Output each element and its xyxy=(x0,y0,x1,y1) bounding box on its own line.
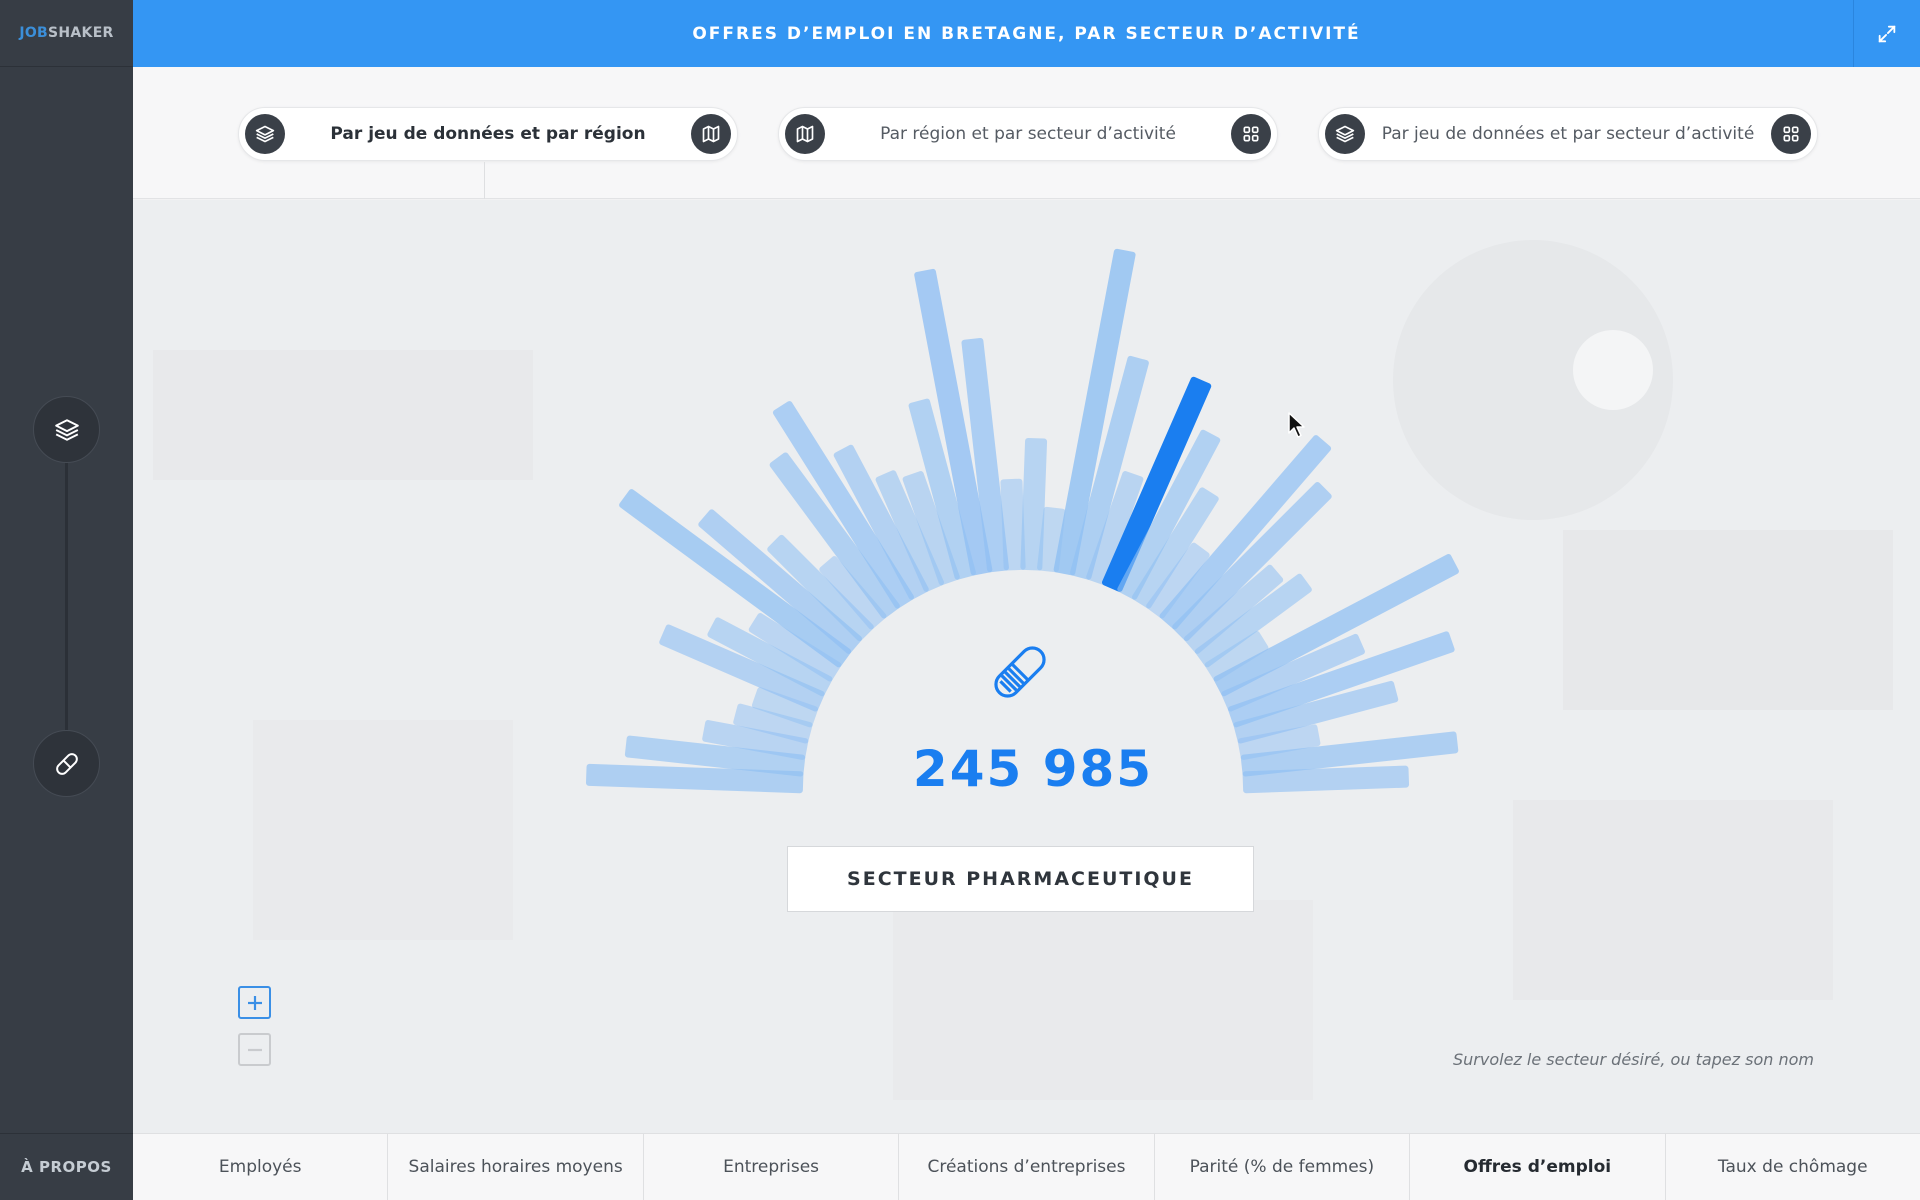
layers-icon xyxy=(255,125,275,143)
map-icon xyxy=(702,125,720,143)
layers-icon xyxy=(1335,125,1355,143)
sidebar: JOB SHAKER À PROPOS xyxy=(0,0,133,1200)
logo-part-shaker: SHAKER xyxy=(48,25,114,41)
tab-creations[interactable]: Créations d’entreprises xyxy=(899,1134,1155,1200)
mode-divider xyxy=(484,162,485,199)
minus-icon xyxy=(247,1048,262,1051)
tab-offres-emploi[interactable]: Offres d’emploi xyxy=(1410,1134,1666,1200)
tab-employes[interactable]: Employés xyxy=(133,1134,389,1200)
sidebar-connector xyxy=(65,430,68,730)
sector-icon xyxy=(985,637,1055,711)
top-bar: OFFRES D’EMPLOI EN BRETAGNE, PAR SECTEUR… xyxy=(133,0,1920,67)
view-mode-bar: Par jeu de données et par région Par rég… xyxy=(133,67,1920,199)
mode-region-sector[interactable]: Par région et par secteur d’activité xyxy=(778,107,1278,161)
mode-label: Par jeu de données et par secteur d’acti… xyxy=(1381,124,1755,144)
page-title: OFFRES D’EMPLOI EN BRETAGNE, PAR SECTEUR… xyxy=(692,23,1361,44)
visualization-area: 245 985 SECTEUR PHARMACEUTIQUE Survolez … xyxy=(133,200,1920,1133)
zoom-out-button[interactable] xyxy=(238,1033,271,1066)
tab-chomage[interactable]: Taux de chômage xyxy=(1666,1134,1920,1200)
mode-left-icon xyxy=(785,114,825,154)
dataset-tabs: Employés Salaires horaires moyens Entrep… xyxy=(133,1133,1920,1200)
about-link[interactable]: À PROPOS xyxy=(0,1133,133,1200)
tab-salaires[interactable]: Salaires horaires moyens xyxy=(388,1134,644,1200)
tab-entreprises[interactable]: Entreprises xyxy=(644,1134,900,1200)
mode-left-icon xyxy=(245,114,285,154)
grid-icon xyxy=(1243,126,1259,142)
sidebar-sector-button[interactable] xyxy=(33,730,100,797)
expand-icon xyxy=(1878,25,1896,42)
map-icon xyxy=(796,125,814,143)
plus-icon xyxy=(247,995,262,1010)
mode-right-icon xyxy=(1231,114,1271,154)
grid-icon xyxy=(1783,126,1799,142)
fullscreen-button[interactable] xyxy=(1853,0,1920,67)
mode-left-icon xyxy=(1325,114,1365,154)
zoom-in-button[interactable] xyxy=(238,986,271,1019)
app-logo[interactable]: JOB SHAKER xyxy=(0,0,133,67)
mode-label: Par jeu de données et par région xyxy=(330,124,646,144)
pill-icon xyxy=(994,646,1046,698)
pill-icon xyxy=(55,752,78,775)
sidebar-dataset-button[interactable] xyxy=(33,396,100,463)
mouse-cursor-icon xyxy=(1288,412,1305,438)
mode-dataset-region[interactable]: Par jeu de données et par région xyxy=(238,107,738,161)
mode-right-icon xyxy=(1771,114,1811,154)
logo-part-job: JOB xyxy=(19,25,49,41)
mode-dataset-sector[interactable]: Par jeu de données et par secteur d’acti… xyxy=(1318,107,1818,161)
sector-name-box[interactable]: SECTEUR PHARMACEUTIQUE xyxy=(787,846,1254,912)
mode-right-icon xyxy=(691,114,731,154)
search-hint: Survolez le secteur désiré, ou tapez son… xyxy=(1453,1050,1814,1069)
tab-parite[interactable]: Parité (% de femmes) xyxy=(1155,1134,1411,1200)
layers-icon xyxy=(54,418,79,441)
mode-label: Par région et par secteur d’activité xyxy=(880,124,1176,144)
sector-value: 245 985 xyxy=(912,740,1154,798)
